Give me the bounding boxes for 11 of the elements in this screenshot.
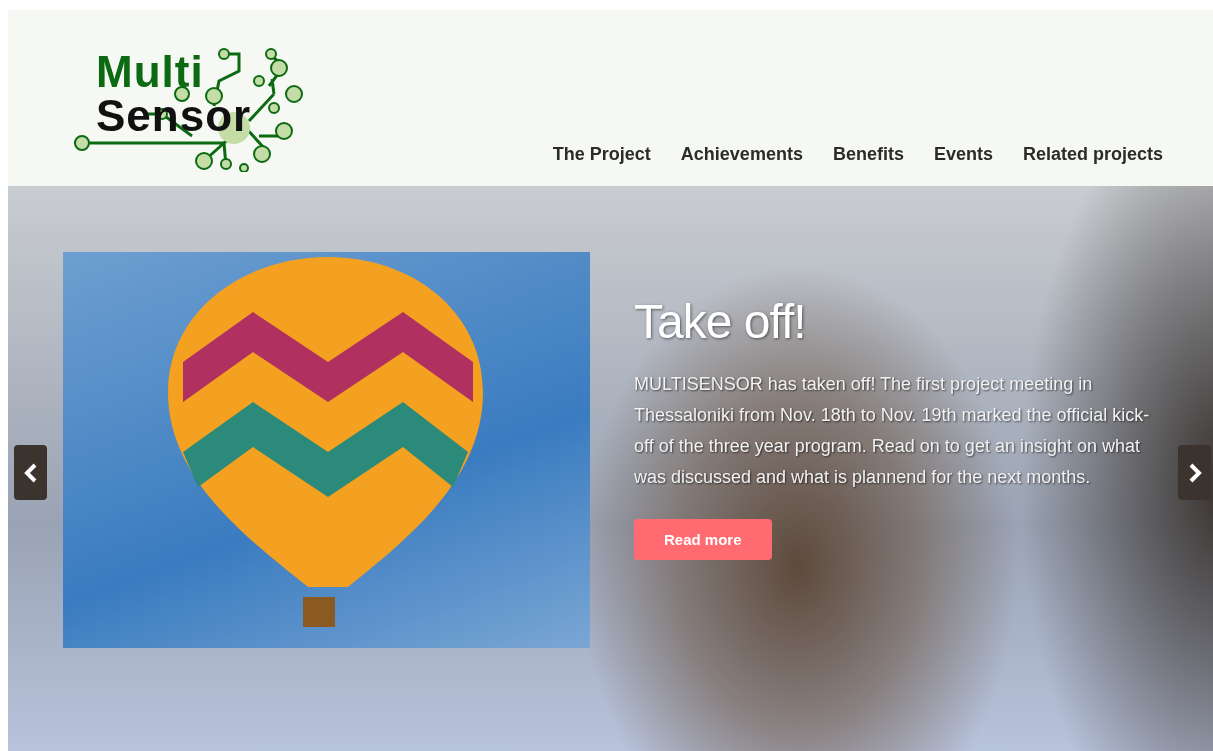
nav-link[interactable]: Events [933,144,993,165]
logo-text: Multi [96,50,204,94]
nav-link[interactable]: Benefits [832,144,904,165]
next-button[interactable] [1178,445,1211,500]
chevron-left-icon [22,462,39,483]
slide-title: Take off! [634,294,806,349]
slide-text: MULTISENSOR has taken off! The first project meeting in Thessaloniki from Nov. 18th to Nov. 19th marked the official kick-off of the three year program. Read on to get an insight on what was discussed and what is plannend for the next months. [634,373,1151,489]
nav-link[interactable]: Related projects [1022,144,1163,165]
nav-link[interactable]: Achievements [680,144,803,165]
nav-link[interactable]: The Project [552,144,651,165]
previous-button[interactable] [14,445,47,500]
